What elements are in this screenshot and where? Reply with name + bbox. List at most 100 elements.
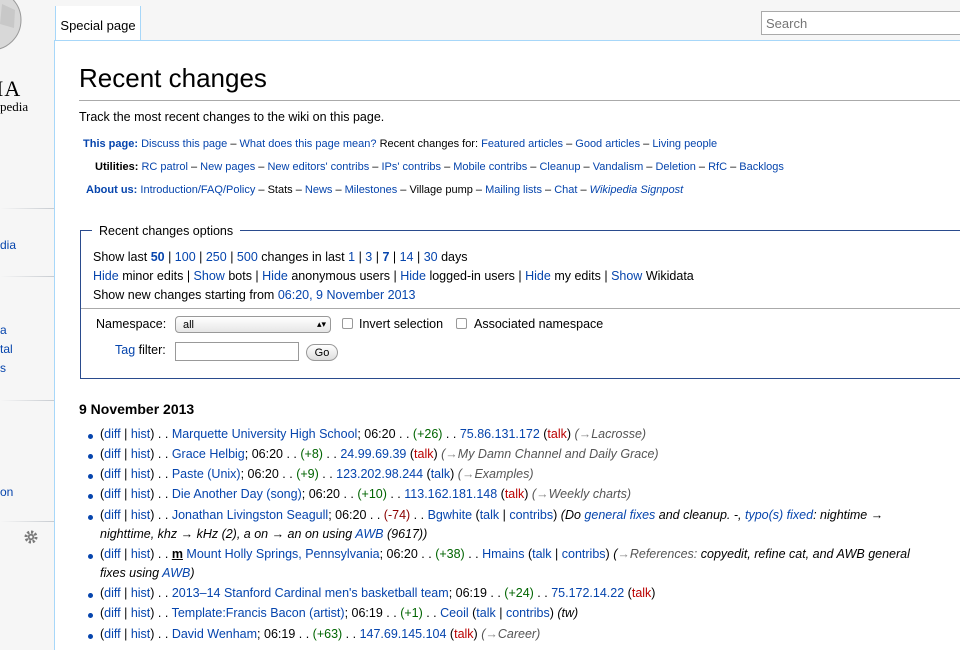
left-nav-item[interactable]: on bbox=[0, 485, 13, 499]
page-title-link[interactable]: Grace Helbig bbox=[172, 447, 245, 461]
contribs-link[interactable]: contribs bbox=[509, 508, 553, 522]
page-title-link[interactable]: David Wenham bbox=[172, 627, 257, 641]
about-us-label[interactable]: About us: bbox=[86, 184, 137, 196]
talk-link[interactable]: talk bbox=[532, 547, 551, 561]
user-link[interactable]: 24.99.69.39 bbox=[340, 447, 406, 461]
user-link[interactable]: Bgwhite bbox=[428, 508, 472, 522]
good-articles-link[interactable]: Good articles bbox=[575, 138, 640, 150]
search-input[interactable] bbox=[761, 11, 960, 35]
talk-link[interactable]: talk bbox=[505, 487, 524, 501]
living-people-link[interactable]: Living people bbox=[652, 138, 717, 150]
associated-namespace-checkbox[interactable] bbox=[456, 318, 467, 329]
invert-selection-checkbox[interactable] bbox=[342, 318, 353, 329]
days-14[interactable]: 14 bbox=[400, 250, 414, 264]
tag-filter-input[interactable] bbox=[175, 342, 299, 361]
signpost-link[interactable]: Wikipedia Signpost bbox=[590, 184, 683, 196]
page-title-link[interactable]: Jonathan Livingston Seagull bbox=[172, 508, 328, 522]
section-arrow[interactable]: → bbox=[445, 447, 458, 461]
namespace-select[interactable]: all ▴▾ bbox=[175, 316, 331, 333]
featured-articles-link[interactable]: Featured articles bbox=[481, 138, 563, 150]
talk-link[interactable]: talk bbox=[480, 508, 499, 522]
section-arrow[interactable]: → bbox=[617, 547, 630, 561]
page-title-link[interactable]: Template:Francis Bacon (artist) bbox=[172, 606, 345, 620]
summary-link[interactable]: AWB bbox=[355, 527, 383, 541]
starting-from-link[interactable]: 06:20, 9 November 2013 bbox=[278, 288, 416, 302]
user-link[interactable]: 147.69.145.104 bbox=[360, 627, 447, 641]
hist-link[interactable]: hist bbox=[131, 586, 150, 600]
chat-link[interactable]: Chat bbox=[554, 184, 577, 196]
hist-link[interactable]: hist bbox=[131, 447, 150, 461]
days-3[interactable]: 3 bbox=[365, 250, 372, 264]
section-arrow[interactable]: → bbox=[485, 627, 498, 641]
news-link[interactable]: News bbox=[305, 184, 333, 196]
section-arrow[interactable]: → bbox=[462, 467, 475, 481]
user-link[interactable]: 75.172.14.22 bbox=[551, 586, 624, 600]
page-title-link[interactable]: Mount Holly Springs, Pennsylvania bbox=[186, 547, 379, 561]
utility-link[interactable]: Mobile contribs bbox=[453, 161, 527, 173]
page-title-link[interactable]: 2013–14 Stanford Cardinal men's basketba… bbox=[172, 586, 449, 600]
diff-link[interactable]: diff bbox=[104, 427, 120, 441]
diff-link[interactable]: diff bbox=[104, 508, 120, 522]
section-arrow[interactable]: → bbox=[536, 487, 549, 501]
milestones-link[interactable]: Milestones bbox=[345, 184, 398, 196]
hide-anon-link[interactable]: Hide bbox=[262, 269, 288, 283]
show-wikidata-link[interactable]: Show bbox=[611, 269, 642, 283]
hide-minor-link[interactable]: Hide bbox=[93, 269, 119, 283]
user-link[interactable]: 123.202.98.244 bbox=[336, 467, 423, 481]
hide-logged-link[interactable]: Hide bbox=[400, 269, 426, 283]
utility-link[interactable]: Backlogs bbox=[739, 161, 784, 173]
diff-link[interactable]: diff bbox=[104, 627, 120, 641]
hist-link[interactable]: hist bbox=[131, 627, 150, 641]
hist-link[interactable]: hist bbox=[131, 508, 150, 522]
days-30[interactable]: 30 bbox=[424, 250, 438, 264]
tab-special-page[interactable]: Special page bbox=[55, 6, 141, 41]
diff-link[interactable]: diff bbox=[104, 447, 120, 461]
summary-link[interactable]: general fixes bbox=[584, 508, 655, 522]
contribs-link[interactable]: contribs bbox=[506, 606, 550, 620]
diff-link[interactable]: diff bbox=[104, 606, 120, 620]
talk-link[interactable]: talk bbox=[547, 427, 566, 441]
limit-100[interactable]: 100 bbox=[175, 250, 196, 264]
utility-link[interactable]: Vandalism bbox=[593, 161, 644, 173]
hide-my-edits-link[interactable]: Hide bbox=[525, 269, 551, 283]
hist-link[interactable]: hist bbox=[131, 547, 150, 561]
diff-link[interactable]: diff bbox=[104, 467, 120, 481]
utility-link[interactable]: RC patrol bbox=[141, 161, 187, 173]
contribs-link[interactable]: contribs bbox=[562, 547, 606, 561]
village-pump-link[interactable]: Village pump bbox=[409, 184, 472, 196]
page-title-link[interactable]: Paste (Unix) bbox=[172, 467, 241, 481]
page-title-link[interactable]: Die Another Day (song) bbox=[172, 487, 302, 501]
hist-link[interactable]: hist bbox=[131, 427, 150, 441]
this-page-label[interactable]: This page: bbox=[83, 138, 138, 150]
summary-link[interactable]: typo(s) fixed bbox=[745, 508, 813, 522]
diff-link[interactable]: diff bbox=[104, 547, 120, 561]
stats-link[interactable]: Stats bbox=[268, 184, 293, 196]
tag-link[interactable]: Tag bbox=[115, 343, 135, 357]
meaning-link[interactable]: What does this page mean? bbox=[240, 138, 377, 150]
user-link[interactable]: 113.162.181.148 bbox=[404, 487, 497, 501]
utility-link[interactable]: New pages bbox=[200, 161, 255, 173]
wikipedia-globe-logo[interactable] bbox=[0, 0, 22, 60]
summary-link[interactable]: AWB bbox=[162, 566, 190, 580]
talk-link[interactable]: talk bbox=[414, 447, 433, 461]
go-button[interactable]: Go bbox=[306, 344, 338, 361]
left-nav-item[interactable]: tal bbox=[0, 342, 13, 356]
user-link[interactable]: 75.86.131.172 bbox=[460, 427, 540, 441]
talk-link[interactable]: talk bbox=[476, 606, 495, 620]
hist-link[interactable]: hist bbox=[131, 487, 150, 501]
show-bots-link[interactable]: Show bbox=[194, 269, 225, 283]
utility-link[interactable]: New editors' contribs bbox=[267, 161, 369, 173]
user-link[interactable]: Ceoil bbox=[440, 606, 469, 620]
utility-link[interactable]: IPs' contribs bbox=[381, 161, 441, 173]
left-nav-item[interactable]: dia bbox=[0, 238, 16, 252]
left-nav-item[interactable]: a bbox=[0, 323, 7, 337]
diff-link[interactable]: diff bbox=[104, 586, 120, 600]
user-link[interactable]: Hmains bbox=[482, 547, 524, 561]
utility-link[interactable]: RfC bbox=[708, 161, 727, 173]
page-title-link[interactable]: Marquette University High School bbox=[172, 427, 358, 441]
diff-link[interactable]: diff bbox=[104, 487, 120, 501]
limit-500[interactable]: 500 bbox=[237, 250, 258, 264]
talk-link[interactable]: talk bbox=[431, 467, 450, 481]
discuss-link[interactable]: Discuss this page bbox=[141, 138, 227, 150]
hist-link[interactable]: hist bbox=[131, 467, 150, 481]
